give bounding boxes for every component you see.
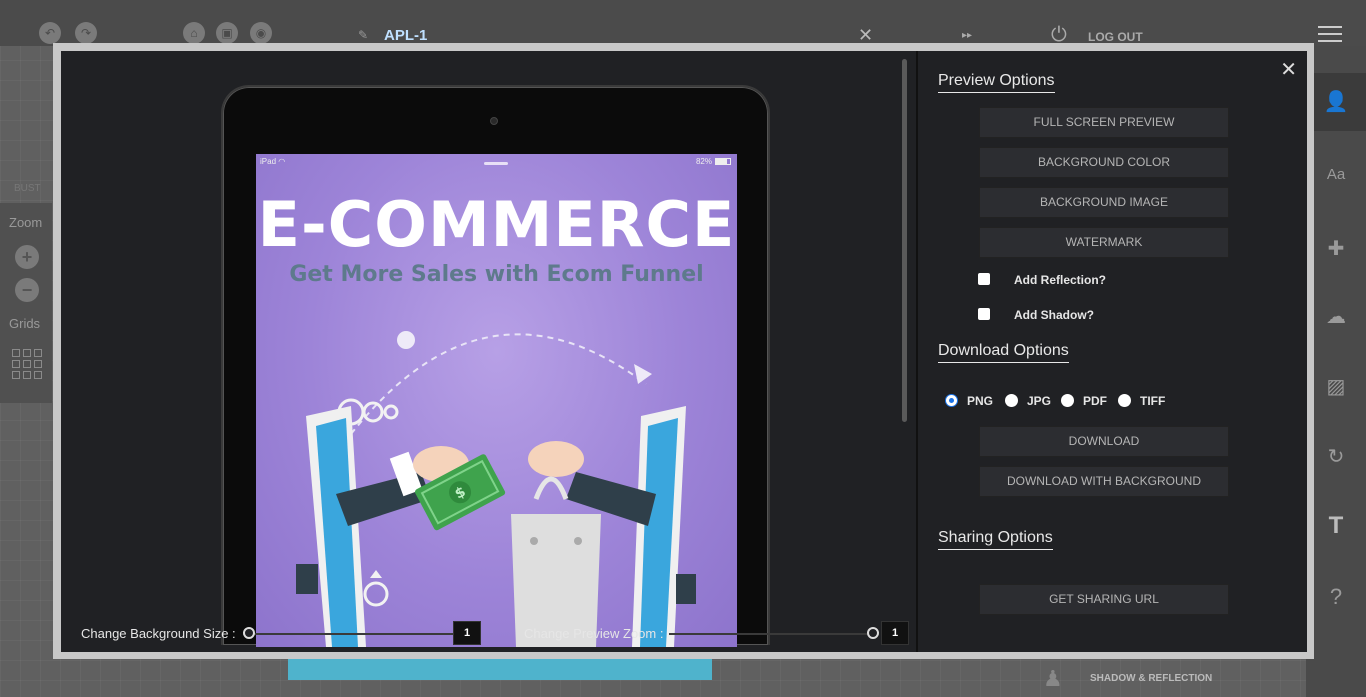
- canvas-bottom-strip: [288, 658, 712, 680]
- sharing-options-title: Sharing Options: [938, 529, 1053, 550]
- background-image-button[interactable]: BACKGROUND IMAGE: [979, 187, 1229, 218]
- watermark-button[interactable]: WATERMARK: [979, 227, 1229, 258]
- puzzle-icon[interactable]: ✚: [1306, 236, 1366, 261]
- format-tiff-label[interactable]: TIFF: [1140, 394, 1165, 408]
- cloud-upload-icon[interactable]: ☁: [1306, 304, 1366, 329]
- preview-zoom-control: Change Preview Zoom : 1: [524, 621, 909, 645]
- ipad-camera: [490, 117, 498, 125]
- grids-label: Grids: [9, 316, 41, 331]
- background-size-value[interactable]: 1: [453, 621, 481, 645]
- logout-button[interactable]: LOG OUT: [1088, 30, 1143, 44]
- preview-options-title: Preview Options: [938, 72, 1055, 93]
- user-icon[interactable]: 👤: [1306, 73, 1366, 131]
- full-screen-preview-button[interactable]: FULL SCREEN PREVIEW: [979, 107, 1229, 138]
- redo-icon[interactable]: ↷: [75, 22, 97, 44]
- ipad-mockup: iPad ◠ 82% E-COMMERCE Get More Sales wit…: [221, 85, 770, 647]
- format-tiff-radio[interactable]: [1118, 394, 1131, 407]
- download-options-title: Download Options: [938, 342, 1069, 363]
- download-with-background-button[interactable]: DOWNLOAD WITH BACKGROUND: [979, 466, 1229, 497]
- background-color-button[interactable]: BACKGROUND COLOR: [979, 147, 1229, 178]
- zoom-in-button[interactable]: +: [15, 245, 39, 269]
- image-icon[interactable]: ▨: [1306, 374, 1366, 399]
- add-reflection-label[interactable]: Add Reflection?: [1014, 273, 1106, 287]
- background-size-control: Change Background Size : 1: [81, 621, 481, 645]
- shadow-reflection-label[interactable]: SHADOW & REFLECTION: [1090, 673, 1212, 684]
- undo-icon[interactable]: ↶: [39, 22, 61, 44]
- zoom-label: Zoom: [9, 215, 43, 230]
- background-size-label: Change Background Size :: [81, 626, 236, 641]
- preview-area: iPad ◠ 82% E-COMMERCE Get More Sales wit…: [61, 51, 916, 652]
- format-png-radio[interactable]: [945, 394, 958, 407]
- eye-icon[interactable]: ◉: [250, 22, 272, 44]
- preview-zoom-label: Change Preview Zoom :: [524, 626, 664, 641]
- right-tool-sidebar: 👤 Aa ✚ ☁ ▨ ↻ T ?: [1306, 46, 1366, 697]
- preview-zoom-value[interactable]: 1: [881, 621, 909, 645]
- get-sharing-url-button[interactable]: GET SHARING URL: [979, 584, 1229, 615]
- format-pdf-label[interactable]: PDF: [1083, 394, 1107, 408]
- help-icon[interactable]: ?: [1306, 584, 1366, 610]
- pencil-icon[interactable]: ✎: [358, 28, 368, 42]
- add-shadow-checkbox[interactable]: [978, 308, 990, 320]
- preview-zoom-track[interactable]: [669, 633, 879, 635]
- format-pdf-radio[interactable]: [1061, 394, 1074, 407]
- home-icon[interactable]: ⌂: [183, 22, 205, 44]
- rotate-icon[interactable]: ↻: [1306, 444, 1366, 469]
- options-panel: Preview Options FULL SCREEN PREVIEW BACK…: [918, 51, 1307, 652]
- menu-icon[interactable]: [1318, 26, 1342, 47]
- add-reflection-checkbox[interactable]: [978, 273, 990, 285]
- add-shadow-label[interactable]: Add Shadow?: [1014, 308, 1094, 322]
- text-icon[interactable]: T: [1306, 512, 1366, 540]
- project-title[interactable]: APL-1: [384, 27, 427, 44]
- preview-modal-body: ✕ iPad ◠ 82% E-COMMERCE Get More Sales w…: [61, 51, 1307, 652]
- preview-zoom-knob[interactable]: [867, 627, 879, 639]
- font-icon[interactable]: Aa: [1306, 166, 1366, 183]
- background-size-knob[interactable]: [243, 627, 255, 639]
- fast-forward-icon[interactable]: ▸▸: [962, 30, 972, 41]
- preview-modal: ✕ iPad ◠ 82% E-COMMERCE Get More Sales w…: [53, 43, 1314, 659]
- format-jpg-radio[interactable]: [1005, 394, 1018, 407]
- preview-scrollbar[interactable]: [902, 59, 907, 422]
- ipad-screen: iPad ◠ 82% E-COMMERCE Get More Sales wit…: [256, 154, 737, 647]
- format-png-label[interactable]: PNG: [967, 394, 993, 408]
- left-faded-label: BUST: [14, 183, 41, 194]
- top-toolbar: ↶ ↷ ⌂ ▣ ◉ ✎ APL-1 ✕ ▸▸ ⏻ LOG OUT: [0, 0, 1366, 46]
- grid-icon[interactable]: [12, 349, 42, 379]
- zoom-out-button[interactable]: −: [15, 278, 39, 302]
- save-icon[interactable]: ▣: [216, 22, 238, 44]
- person-silhouette-icon: ♟: [1043, 666, 1063, 691]
- format-jpg-label[interactable]: JPG: [1027, 394, 1051, 408]
- left-zoom-panel: Zoom + − Grids: [0, 203, 52, 403]
- background-size-track[interactable]: [243, 633, 453, 635]
- download-button[interactable]: DOWNLOAD: [979, 426, 1229, 457]
- ecommerce-illustration: $: [296, 331, 696, 647]
